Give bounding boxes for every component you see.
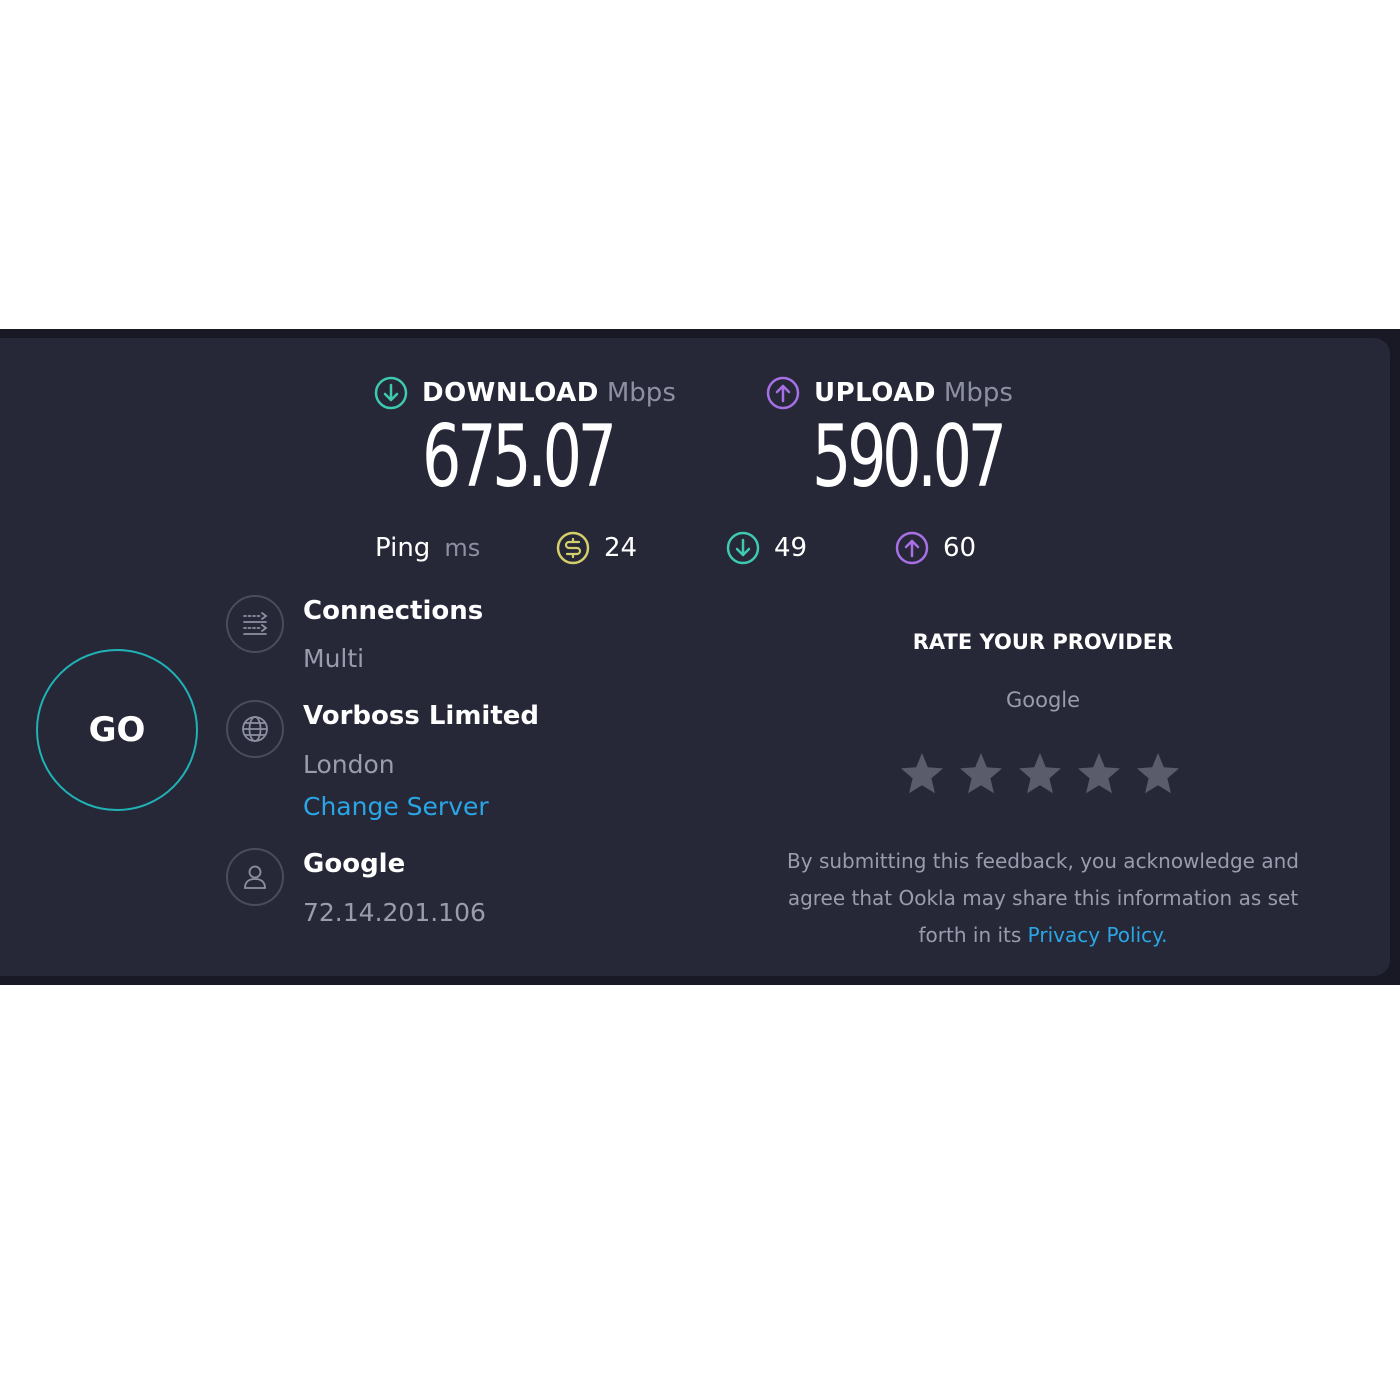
provider-title: Google — [303, 849, 406, 879]
user-icon — [226, 848, 284, 906]
download-value: 675.07 — [422, 407, 617, 507]
disclaimer-line-1: By submitting this feedback, you acknowl… — [787, 849, 1299, 873]
disclaimer-suffix: . — [1161, 923, 1168, 947]
star-icon[interactable] — [1075, 750, 1123, 798]
disclaimer-line-3: forth in its Privacy Policy. — [740, 917, 1346, 954]
speedtest-frame: DOWNLOAD Mbps 675.07 UPLOAD Mbps 590.07 … — [0, 329, 1400, 985]
ping-idle: 24 — [556, 528, 637, 568]
connections-title: Connections — [303, 596, 484, 626]
feedback-disclaimer: By submitting this feedback, you acknowl… — [740, 843, 1346, 954]
download-label: DOWNLOAD — [422, 378, 599, 408]
disclaimer-prefix: forth in its — [918, 923, 1022, 947]
ping-unit: ms — [444, 534, 481, 562]
upload-label: UPLOAD — [814, 378, 936, 408]
arrow-up-circle-icon — [895, 531, 929, 565]
ping-idle-icon — [556, 531, 590, 565]
star-icon[interactable] — [898, 750, 946, 798]
upload-unit: Mbps — [943, 378, 1013, 408]
privacy-policy-link[interactable]: Privacy Policy — [1028, 923, 1161, 947]
globe-icon — [226, 700, 284, 758]
connections-value[interactable]: Multi — [303, 644, 364, 673]
rate-provider-title: RATE YOUR PROVIDER — [912, 630, 1174, 654]
upload-value: 590.07 — [812, 407, 1007, 507]
star-icon[interactable] — [957, 750, 1005, 798]
ping-upload: 60 — [895, 528, 976, 568]
provider-ip: 72.14.201.106 — [303, 898, 486, 927]
go-button[interactable]: GO — [36, 649, 198, 811]
download-unit: Mbps — [606, 378, 676, 408]
ping-upload-value: 60 — [943, 533, 977, 563]
connections-icon — [226, 595, 284, 653]
ping-download: 49 — [726, 528, 807, 568]
server-title: Vorboss Limited — [303, 701, 540, 731]
disclaimer-line-2: agree that Ookla may share this informat… — [787, 886, 1299, 910]
rate-provider-name: Google — [1005, 688, 1081, 712]
star-rating — [898, 750, 1193, 798]
server-location: London — [303, 750, 395, 779]
arrow-up-circle-icon — [766, 376, 800, 410]
arrow-down-circle-icon — [374, 376, 408, 410]
ping-label: Ping — [375, 533, 431, 563]
result-panel: DOWNLOAD Mbps 675.07 UPLOAD Mbps 590.07 … — [0, 338, 1390, 976]
ping-label-group: Ping ms — [375, 528, 480, 568]
star-icon[interactable] — [1134, 750, 1182, 798]
ping-download-value: 49 — [774, 533, 808, 563]
ping-idle-value: 24 — [604, 533, 638, 563]
arrow-down-circle-icon — [726, 531, 760, 565]
change-server-link[interactable]: Change Server — [303, 792, 489, 821]
star-icon[interactable] — [1016, 750, 1064, 798]
